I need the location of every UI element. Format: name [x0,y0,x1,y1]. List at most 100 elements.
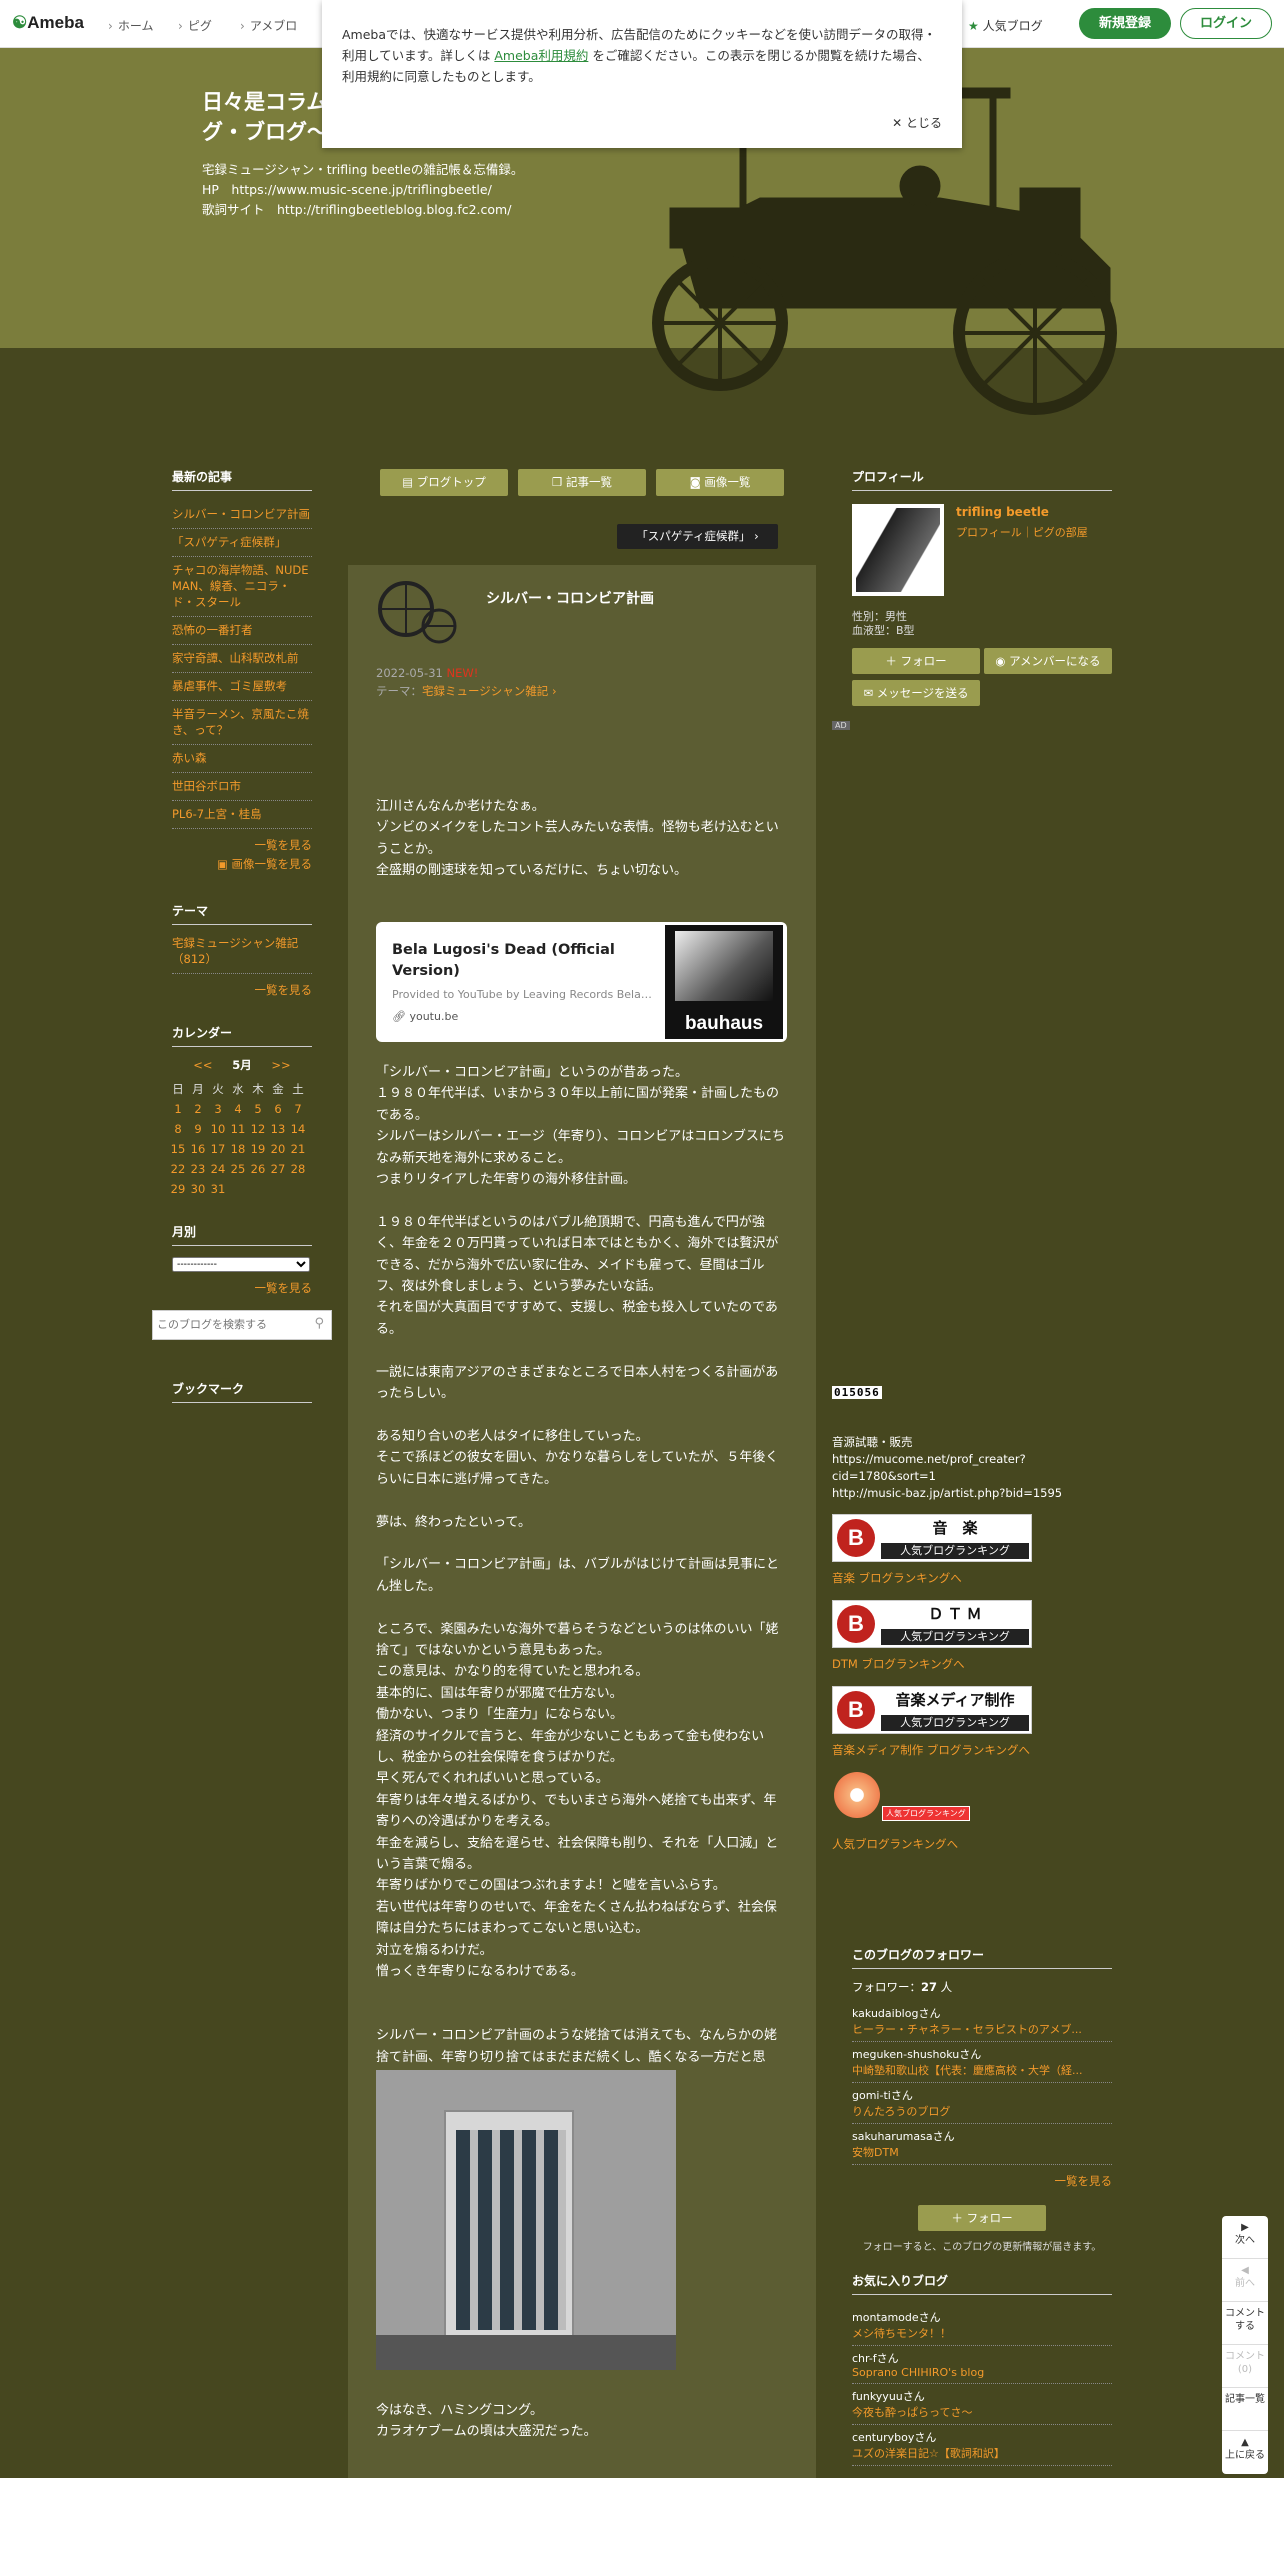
calendar-prev-link[interactable]: << [193,1058,212,1072]
comments-count-button[interactable]: コメント(0) [1222,2345,1268,2388]
recent-item[interactable]: PL6-7上宮・桂島 [172,801,312,829]
next-entry-button[interactable]: ▶ 次へ [1222,2216,1268,2259]
calendar-day[interactable]: 26 [251,1162,266,1176]
entry-list-button[interactable]: ❐ 記事一覧 [518,469,646,496]
recent-item[interactable]: シルバー・コロンビア計画 [172,501,312,529]
recent-item[interactable]: 世田谷ボロ市 [172,773,312,801]
calendar-day[interactable]: 27 [271,1162,286,1176]
calendar-day[interactable]: 10 [211,1122,226,1136]
calendar-day[interactable]: 9 [194,1122,201,1136]
calendar-day[interactable]: 24 [211,1162,226,1176]
profile-name[interactable]: trifling beetle [956,505,1049,519]
nav-home[interactable]: ホーム [108,17,154,34]
signup-button[interactable]: 新規登録 [1079,8,1171,39]
calendar-day[interactable]: 20 [271,1142,286,1156]
ranking-banner-music[interactable]: B 音 楽人気ブログランキング [832,1514,1032,1562]
follower-item[interactable]: gomi-tiさん りんたろうのブログ [852,2083,1112,2124]
amember-button[interactable]: ◉ アメンバーになる [984,648,1112,674]
calendar-day[interactable]: 11 [231,1122,246,1136]
recent-item[interactable]: 暴虐事件、ゴミ屋敷考 [172,673,312,701]
calendar-day[interactable]: 21 [291,1142,306,1156]
favorite-item[interactable]: centuryboyさん ユズの洋楽日記☆【歌詞和訳】 [852,2425,1112,2466]
recent-item[interactable]: 赤い森 [172,745,312,773]
prev-entry-button[interactable]: 「スパゲティ症候群」 › [617,524,778,549]
calendar-day[interactable]: 8 [174,1122,181,1136]
follow-button-bottom[interactable]: ＋ フォロー [918,2205,1046,2231]
entry-list-float-button[interactable]: 記事一覧 [1222,2388,1268,2431]
entry-theme-link[interactable]: 宅録ミュージシャン雑記 [422,684,548,698]
calendar-day[interactable]: 16 [191,1142,206,1156]
calendar-day[interactable]: 3 [214,1102,221,1116]
follow-button[interactable]: ＋ フォロー [852,648,980,674]
comment-button[interactable]: コメントする [1222,2302,1268,2345]
ranking-link[interactable]: 音楽メディア制作 ブログランキングへ [832,1742,1030,1758]
followers-more-link[interactable]: 一覧を見る [852,2173,1113,2189]
ameba-logo[interactable]: ☯Ameba [12,13,84,33]
search-icon[interactable]: ⚲ [314,1316,324,1331]
favorite-item[interactable]: chr-fさん Soprano CHIHIRO's blog [852,2346,1112,2384]
avatar[interactable] [376,576,466,646]
calendar-day[interactable]: 17 [211,1142,226,1156]
youtube-card[interactable]: Bela Lugosi's Dead (Official Version) Pr… [376,922,787,1042]
recent-more-link[interactable]: 一覧を見る [172,837,313,853]
message-button[interactable]: ✉ メッセージを送る [852,680,980,706]
profile-links[interactable]: プロフィール｜ピグの部屋 [956,524,1088,540]
prev-entry-float-button[interactable]: ◀ 前へ [1222,2259,1268,2302]
ranking-banner-dtm[interactable]: B Ｄ Ｔ Ｍ 人気ブログランキング [832,1600,1032,1648]
monthly-select[interactable]: ------------ [172,1257,310,1272]
calendar-day[interactable]: 29 [171,1182,186,1196]
terms-link[interactable]: Ameba利用規約 [494,48,588,63]
ranking-link[interactable]: DTM ブログランキングへ [832,1656,965,1672]
cookie-close-button[interactable]: ✕ とじる [892,113,942,134]
cake-icon[interactable] [834,1772,880,1818]
follower-item[interactable]: kakudaiblogさん ヒーラー・チャネラー・セラピストのアメブ... [852,2001,1112,2042]
calendar-day[interactable]: 6 [274,1102,281,1116]
calendar-next-link[interactable]: >> [271,1058,290,1072]
recent-item[interactable]: 恐怖の一番打者 [172,617,312,645]
calendar-day[interactable]: 23 [191,1162,206,1176]
favorite-item[interactable]: funkyyuuさん 今夜も酔っぱらってさ～ [852,2384,1112,2425]
nav-pigg[interactable]: ピグ [178,17,212,34]
calendar-day[interactable]: 15 [171,1142,186,1156]
calendar-day[interactable]: 25 [231,1162,246,1176]
favorite-item[interactable]: montamodeさん メシ待ちモンタ！！ [852,2305,1112,2346]
follower-item[interactable]: meguken-shushokuさん 中崎塾和歌山校【代表：慶應高校・大学（経..… [852,2042,1112,2083]
calendar-day[interactable]: 4 [234,1102,241,1116]
recent-item[interactable]: 半音ラーメン、京風たこ焼き、って？ [172,701,312,745]
recent-item[interactable]: 家守奇譚、山科駅改札前 [172,645,312,673]
calendar-day[interactable]: 12 [251,1122,266,1136]
entry-title[interactable]: シルバー・コロンビア計画 [486,588,654,608]
calendar-day[interactable]: 7 [294,1102,301,1116]
recent-item[interactable]: 「スパゲティ症候群」 [172,529,312,557]
popular-ranking-link[interactable]: 人気ブログランキングへ [832,1836,958,1852]
calendar-day[interactable]: 18 [231,1142,246,1156]
calendar-day[interactable]: 19 [251,1142,266,1156]
search-input[interactable] [157,1312,302,1338]
calendar-day[interactable]: 31 [211,1182,226,1196]
calendar-day[interactable]: 28 [291,1162,306,1176]
ranking-link[interactable]: 音楽 ブログランキングへ [832,1570,962,1586]
monthly-more-link[interactable]: 一覧を見る [172,1280,313,1296]
calendar-day[interactable]: 1 [174,1102,181,1116]
image-list-button[interactable]: ◙ 画像一覧 [656,469,784,496]
calendar-day[interactable]: 5 [254,1102,261,1116]
popular-ranking-badge[interactable]: 人気ブログランキング [882,1806,970,1821]
calendar-day[interactable]: 30 [191,1182,206,1196]
calendar-day[interactable]: 14 [291,1122,306,1136]
back-to-top-button[interactable]: ▲ 上に戻る [1222,2431,1268,2474]
calendar-day[interactable]: 2 [194,1102,201,1116]
recent-item[interactable]: チャコの海岸物語、NUDE MAN、線香、ニコラ・ド・スタール [172,557,312,617]
theme-more-link[interactable]: 一覧を見る [172,982,313,998]
theme-item[interactable]: 宅録ミュージシャン雑記（812） [172,935,312,974]
blog-top-button[interactable]: ▤ ブログトップ [380,469,508,496]
login-button[interactable]: ログイン [1180,8,1272,39]
calendar-day[interactable]: 22 [171,1162,186,1176]
profile-avatar[interactable] [852,504,944,596]
image-list-link[interactable]: ▣ 画像一覧を見る [172,856,312,872]
calendar-day[interactable]: 13 [271,1122,286,1136]
nav-ameblo[interactable]: アメブロ [240,17,297,34]
nav-ranking[interactable]: ★ 人気ブログ [968,17,1043,34]
ranking-banner-media[interactable]: B 音楽メディア制作 人気ブログランキング [832,1686,1032,1734]
entry-photo[interactable] [376,2070,676,2370]
follower-item[interactable]: sakuharumasaさん 安物DTM [852,2124,1112,2165]
